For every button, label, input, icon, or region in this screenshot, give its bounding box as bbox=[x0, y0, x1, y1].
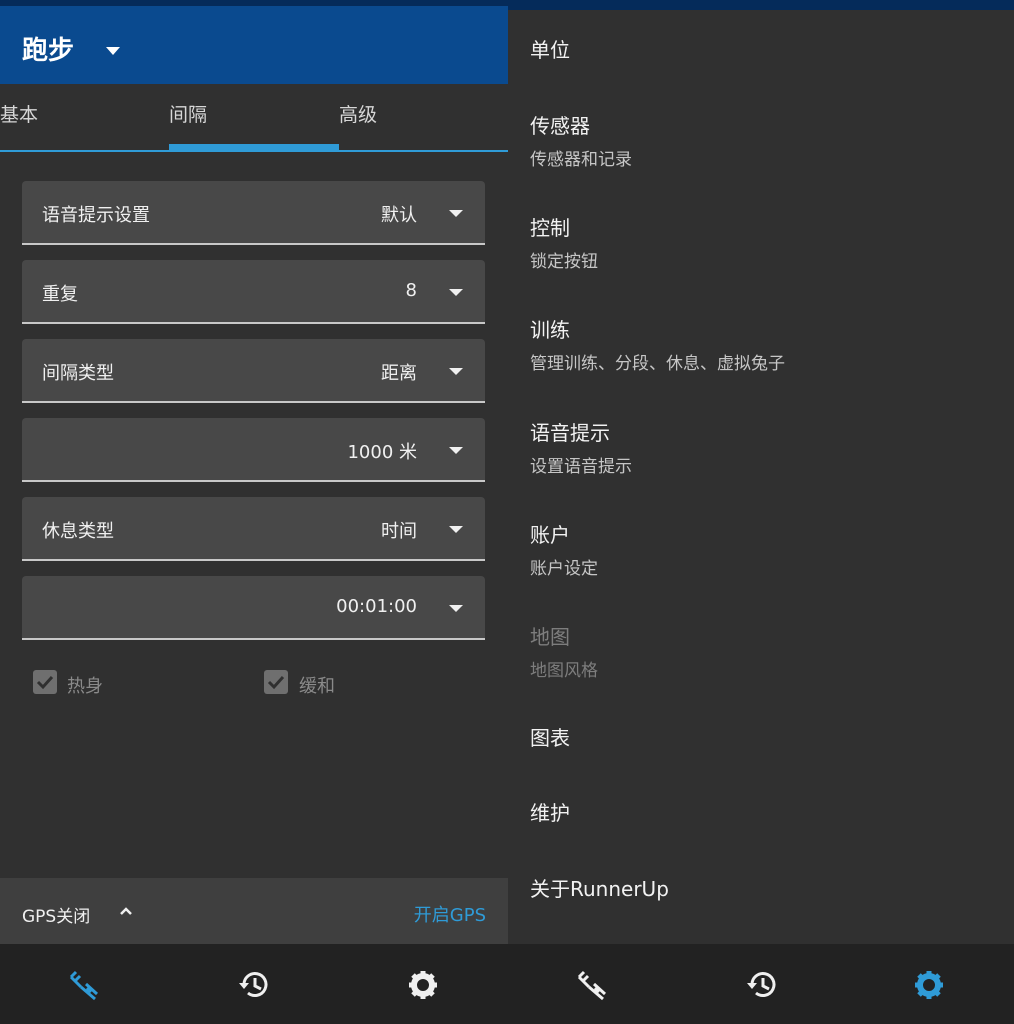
pref-title: 账户 bbox=[530, 523, 570, 547]
pref-sensors[interactable]: 传感器 传感器和记录 bbox=[530, 110, 632, 170]
chevron-up-icon[interactable] bbox=[119, 905, 133, 917]
warmup-checkbox[interactable] bbox=[33, 670, 57, 694]
row-value: 距离 bbox=[381, 363, 417, 384]
pref-voice-cues[interactable]: 语音提示 设置语音提示 bbox=[530, 417, 632, 477]
interval-type-row[interactable]: 间隔类型 距离 bbox=[22, 339, 485, 403]
pref-controls[interactable]: 控制 锁定按钮 bbox=[530, 212, 598, 272]
voice-cue-setting-row[interactable]: 语音提示设置 默认 bbox=[22, 181, 485, 245]
start-icon[interactable] bbox=[575, 968, 609, 1002]
tab-basic[interactable]: 基本 bbox=[0, 100, 38, 127]
rest-time-row[interactable]: 00:01:00 bbox=[22, 576, 485, 640]
pref-map: 地图 地图风格 bbox=[530, 621, 598, 681]
history-icon[interactable] bbox=[745, 968, 779, 1002]
row-value: 时间 bbox=[381, 521, 417, 542]
pref-summary: 账户设定 bbox=[530, 559, 598, 579]
pref-title: 关于RunnerUp bbox=[530, 877, 669, 901]
pref-summary: 管理训练、分段、休息、虚拟兔子 bbox=[530, 354, 785, 374]
row-label: 语音提示设置 bbox=[42, 205, 150, 226]
pref-summary: 设置语音提示 bbox=[530, 457, 632, 477]
pref-title: 训练 bbox=[530, 318, 570, 342]
dropdown-icon bbox=[449, 526, 463, 533]
enable-gps-button[interactable]: 开启GPS bbox=[414, 901, 486, 927]
pref-summary: 地图风格 bbox=[530, 661, 598, 681]
pref-maintenance[interactable]: 维护 bbox=[530, 797, 570, 826]
pref-units[interactable]: 单位 bbox=[530, 34, 570, 63]
dropdown-icon bbox=[449, 210, 463, 217]
check-icon bbox=[36, 675, 54, 690]
bottom-nav bbox=[508, 944, 1014, 1024]
pref-about[interactable]: 关于RunnerUp bbox=[530, 873, 669, 902]
pref-title: 语音提示 bbox=[530, 421, 610, 445]
check-icon bbox=[267, 675, 285, 690]
row-value: 默认 bbox=[381, 205, 417, 226]
bottom-nav bbox=[0, 944, 508, 1024]
dropdown-icon bbox=[449, 605, 463, 612]
pref-title: 图表 bbox=[530, 726, 570, 750]
dropdown-icon[interactable] bbox=[106, 47, 120, 55]
cooldown-checkbox[interactable] bbox=[264, 670, 288, 694]
app-bar: 跑步 bbox=[0, 0, 508, 84]
row-label: 重复 bbox=[42, 284, 78, 305]
pref-title: 地图 bbox=[530, 625, 570, 649]
dropdown-icon bbox=[449, 447, 463, 454]
activity-selector[interactable]: 跑步 bbox=[22, 30, 74, 67]
settings-icon[interactable] bbox=[406, 968, 440, 1002]
settings-icon[interactable] bbox=[912, 968, 946, 1002]
pref-summary: 锁定按钮 bbox=[530, 252, 598, 272]
repeat-row[interactable]: 重复 8 bbox=[22, 260, 485, 324]
dropdown-icon bbox=[449, 368, 463, 375]
pref-workouts[interactable]: 训练 管理训练、分段、休息、虚拟兔子 bbox=[530, 314, 785, 374]
tab-indicator bbox=[169, 144, 339, 150]
row-label: 间隔类型 bbox=[42, 363, 114, 384]
interval-distance-row[interactable]: 1000 米 bbox=[22, 418, 485, 482]
left-screen: 跑步 基本 间隔 高级 语音提示设置 默认 重复 8 间隔类型 距离 1000 … bbox=[0, 0, 508, 1024]
pref-title: 维护 bbox=[530, 801, 570, 825]
history-icon[interactable] bbox=[237, 968, 271, 1002]
pref-accounts[interactable]: 账户 账户设定 bbox=[530, 519, 598, 579]
row-label: 休息类型 bbox=[42, 521, 114, 542]
pref-graphs[interactable]: 图表 bbox=[530, 722, 570, 751]
tab-bar: 基本 间隔 高级 bbox=[0, 84, 508, 152]
gps-bar: GPS关闭 开启GPS bbox=[0, 878, 508, 944]
start-icon[interactable] bbox=[67, 968, 101, 1002]
pref-title: 传感器 bbox=[530, 114, 590, 138]
row-value: 1000 米 bbox=[347, 442, 417, 463]
gps-status: GPS关闭 bbox=[22, 907, 91, 927]
pref-summary: 传感器和记录 bbox=[530, 150, 632, 170]
pref-title: 单位 bbox=[530, 38, 570, 62]
cooldown-label: 缓和 bbox=[299, 676, 335, 697]
row-value: 00:01:00 bbox=[336, 596, 417, 617]
row-value: 8 bbox=[405, 280, 417, 301]
status-strip bbox=[508, 0, 1014, 10]
right-screen: 单位 传感器 传感器和记录 控制 锁定按钮 训练 管理训练、分段、休息、虚拟兔子… bbox=[508, 0, 1014, 1024]
tab-interval[interactable]: 间隔 bbox=[169, 100, 207, 127]
rest-type-row[interactable]: 休息类型 时间 bbox=[22, 497, 485, 561]
tab-advanced[interactable]: 高级 bbox=[339, 100, 377, 127]
pref-title: 控制 bbox=[530, 216, 570, 240]
warmup-label: 热身 bbox=[67, 676, 103, 697]
dropdown-icon bbox=[449, 289, 463, 296]
